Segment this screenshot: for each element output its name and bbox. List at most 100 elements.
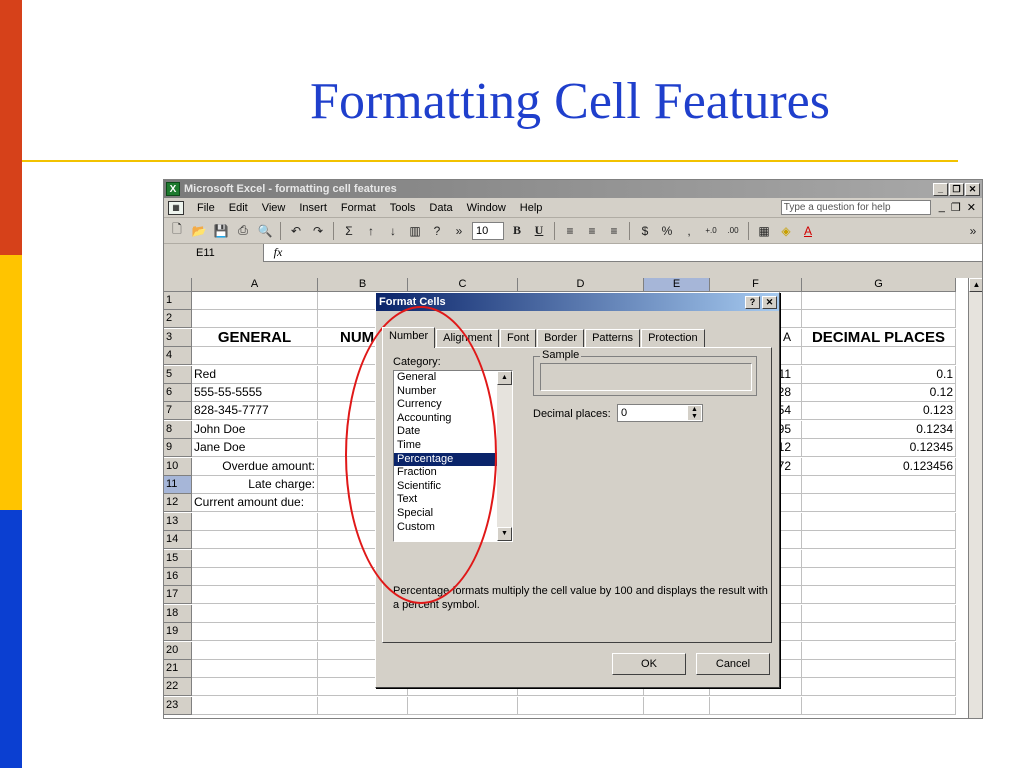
- row-header[interactable]: 5: [164, 365, 192, 384]
- row-header[interactable]: 12: [164, 494, 192, 513]
- row-header[interactable]: 22: [164, 678, 192, 697]
- column-header-e[interactable]: E: [644, 278, 710, 292]
- grid-cell[interactable]: [802, 310, 956, 329]
- sort-descending-icon[interactable]: ↓: [384, 222, 402, 240]
- list-item[interactable]: General: [394, 371, 497, 385]
- name-box[interactable]: E11: [164, 243, 264, 262]
- grid-cell[interactable]: DECIMAL PLACES: [802, 328, 956, 347]
- fill-color-icon[interactable]: ◈: [777, 222, 795, 240]
- dialog-help-button[interactable]: ?: [745, 295, 760, 309]
- row-header[interactable]: 3: [164, 328, 192, 347]
- grid-cell[interactable]: [518, 696, 644, 715]
- undo-icon[interactable]: ↶: [287, 222, 305, 240]
- list-item[interactable]: Accounting: [394, 412, 497, 426]
- chart-wizard-icon[interactable]: ▥: [406, 222, 424, 240]
- row-header[interactable]: 16: [164, 568, 192, 586]
- vertical-scrollbar[interactable]: ▲: [968, 278, 982, 718]
- print-icon[interactable]: ⎙: [234, 222, 252, 240]
- minimize-button[interactable]: _: [933, 182, 948, 196]
- grid-cell[interactable]: [802, 696, 956, 715]
- column-header-f[interactable]: F: [710, 278, 802, 292]
- percent-button[interactable]: %: [658, 222, 676, 240]
- list-item[interactable]: Custom: [394, 521, 497, 535]
- grid-cell[interactable]: Overdue amount:: [192, 457, 318, 476]
- list-item[interactable]: Text: [394, 493, 497, 507]
- grid-cell[interactable]: Red: [192, 365, 318, 384]
- column-header-g[interactable]: G: [802, 278, 956, 292]
- grid-cell[interactable]: [192, 586, 318, 605]
- cancel-button[interactable]: Cancel: [696, 653, 770, 675]
- menu-tools[interactable]: Tools: [383, 202, 423, 214]
- row-header[interactable]: 14: [164, 531, 192, 550]
- grid-cell[interactable]: Current amount due:: [192, 494, 318, 513]
- tab-protection[interactable]: Protection: [641, 329, 705, 348]
- list-item[interactable]: Date: [394, 425, 497, 439]
- row-header[interactable]: 15: [164, 549, 192, 568]
- toolbar-options-icon[interactable]: »: [964, 222, 982, 240]
- doc-restore-icon[interactable]: ❐: [951, 201, 961, 214]
- doc-minimize-icon[interactable]: _: [939, 201, 945, 214]
- grid-cell[interactable]: [802, 531, 956, 550]
- grid-cell[interactable]: [192, 310, 318, 329]
- currency-button[interactable]: $: [636, 222, 654, 240]
- menu-format[interactable]: Format: [334, 202, 383, 214]
- increase-decimal-icon[interactable]: +.0: [702, 222, 720, 240]
- grid-cell[interactable]: [802, 623, 956, 642]
- autosum-icon[interactable]: Σ: [340, 222, 358, 240]
- spinner-icon[interactable]: ▲ ▼: [688, 406, 701, 420]
- row-header[interactable]: 4: [164, 347, 192, 366]
- align-right-icon[interactable]: ≡: [605, 222, 623, 240]
- grid-cell[interactable]: [802, 292, 956, 310]
- list-item[interactable]: Time: [394, 439, 497, 453]
- grid-cell[interactable]: 0.12345: [802, 439, 956, 458]
- new-icon[interactable]: 🗋: [168, 222, 186, 240]
- column-header-c[interactable]: C: [408, 278, 518, 292]
- grid-cell[interactable]: GENERAL: [192, 328, 318, 347]
- scroll-up-icon[interactable]: ▲: [969, 278, 982, 292]
- sort-ascending-icon[interactable]: ↑: [362, 222, 380, 240]
- grid-cell[interactable]: 0.1234: [802, 420, 956, 439]
- grid-cell[interactable]: [802, 512, 956, 531]
- grid-cell[interactable]: 828-345-7777: [192, 402, 318, 421]
- grid-cell[interactable]: [802, 494, 956, 513]
- grid-cell[interactable]: [802, 347, 956, 366]
- grid-cell[interactable]: 0.1: [802, 365, 956, 384]
- column-header-a[interactable]: A: [192, 278, 318, 292]
- grid-cell[interactable]: [192, 696, 318, 715]
- ok-button[interactable]: OK: [612, 653, 686, 675]
- tab-alignment[interactable]: Alignment: [436, 329, 500, 348]
- grid-cell[interactable]: [802, 604, 956, 623]
- grid-cell[interactable]: [192, 660, 318, 678]
- decimal-places-input[interactable]: 0 ▲ ▼: [617, 404, 703, 422]
- grid-cell[interactable]: [802, 678, 956, 697]
- grid-cell[interactable]: [192, 604, 318, 623]
- list-item[interactable]: Number: [394, 385, 497, 399]
- row-header[interactable]: 6: [164, 384, 192, 402]
- grid-cell[interactable]: [192, 549, 318, 568]
- open-icon[interactable]: 📂: [190, 222, 208, 240]
- workbook-icon[interactable]: ▦: [168, 200, 184, 215]
- menu-insert[interactable]: Insert: [292, 202, 334, 214]
- row-header[interactable]: 17: [164, 586, 192, 605]
- font-color-icon[interactable]: A: [799, 222, 817, 240]
- grid-cell[interactable]: [192, 623, 318, 642]
- tab-border[interactable]: Border: [537, 329, 585, 348]
- row-header[interactable]: 13: [164, 512, 192, 531]
- grid-cell[interactable]: [802, 476, 956, 494]
- close-button[interactable]: ✕: [965, 182, 980, 196]
- dialog-close-button[interactable]: ✕: [762, 295, 777, 309]
- list-item[interactable]: Scientific: [394, 480, 497, 494]
- decrease-decimal-icon[interactable]: .00: [724, 222, 742, 240]
- font-size-select[interactable]: 10: [472, 221, 504, 240]
- menu-window[interactable]: Window: [460, 202, 513, 214]
- align-center-icon[interactable]: ≡: [583, 222, 601, 240]
- print-preview-icon[interactable]: 🔍: [256, 222, 274, 240]
- tab-number[interactable]: Number: [382, 327, 436, 348]
- maximize-button[interactable]: ❒: [949, 182, 964, 196]
- grid-cell[interactable]: 0.123456: [802, 457, 956, 476]
- menu-view[interactable]: View: [255, 202, 293, 214]
- grid-cell[interactable]: Late charge:: [192, 476, 318, 494]
- tab-font[interactable]: Font: [500, 329, 537, 348]
- grid-cell[interactable]: [192, 512, 318, 531]
- grid-cell[interactable]: [192, 531, 318, 550]
